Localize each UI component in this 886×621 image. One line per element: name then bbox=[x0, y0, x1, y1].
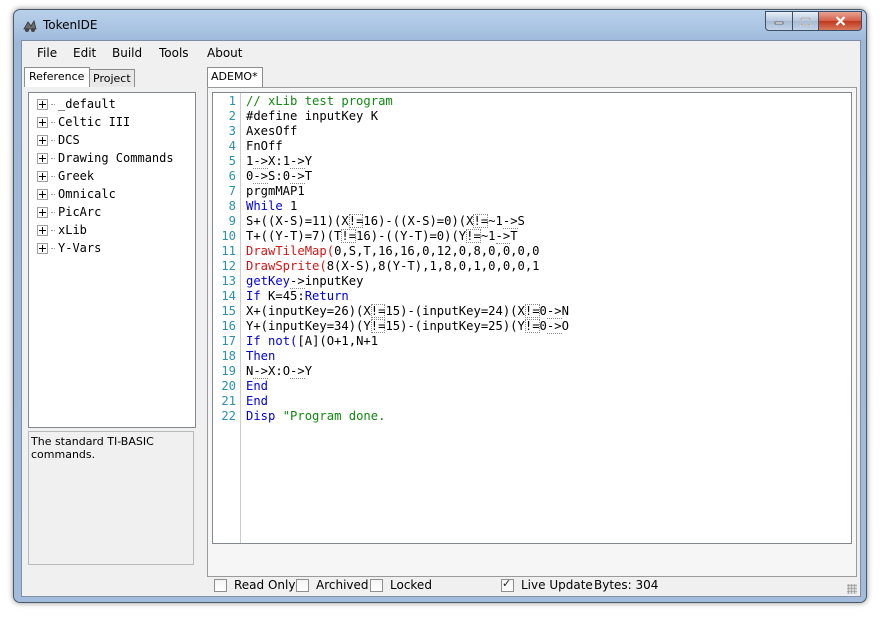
line-number: 18 bbox=[221, 349, 236, 363]
reference-tree[interactable]: _default Celtic III DCS Drawing Commands… bbox=[28, 92, 196, 428]
tree-item-label: Greek bbox=[58, 169, 95, 183]
tokenide-app-icon bbox=[23, 19, 37, 32]
line-number: 14 bbox=[221, 289, 236, 303]
tree-item[interactable]: Greek bbox=[37, 167, 94, 185]
tree-item-label: xLib bbox=[58, 223, 87, 237]
expand-icon[interactable] bbox=[37, 98, 48, 110]
menu-tools[interactable]: Tools bbox=[159, 46, 189, 60]
app-window: TokenIDE File Edit Build Tools About Ref… bbox=[13, 9, 867, 603]
expand-icon[interactable] bbox=[37, 224, 48, 236]
description-panel: The standard TI-BASIC commands. bbox=[28, 431, 194, 565]
code-line: While 1 bbox=[246, 199, 298, 213]
editor-frame: 1 2 3 4 5 6 7 8 9 10 11 12 13 14 15 16 17 18 19 20 21 22 // x… bbox=[207, 87, 857, 577]
line-number: 4 bbox=[228, 139, 236, 153]
tree-item[interactable]: PicArc bbox=[37, 203, 101, 221]
line-number: 15 bbox=[221, 304, 236, 318]
code-line: T+((Y-T)=7)(T!=16)-((Y-T)=0)(Y!=~1->T bbox=[246, 229, 518, 244]
tree-item-label: Omnicalc bbox=[58, 187, 116, 201]
line-number: 21 bbox=[221, 394, 236, 408]
maximize-button[interactable] bbox=[793, 11, 819, 31]
line-number: 20 bbox=[221, 379, 236, 393]
tree-item[interactable]: Celtic III bbox=[37, 113, 130, 131]
code-line: X+(inputKey=26)(X!=15)-(inputKey=24)(X!=… bbox=[246, 304, 569, 319]
line-number: 2 bbox=[228, 109, 236, 123]
code-line: getKey->inputKey bbox=[246, 274, 364, 289]
expand-icon[interactable] bbox=[37, 116, 48, 128]
tab-ademo[interactable]: ADEMO* bbox=[207, 67, 263, 87]
menu-bar: File Edit Build Tools About bbox=[22, 41, 860, 63]
line-number: 9 bbox=[228, 214, 236, 228]
expand-icon[interactable] bbox=[37, 170, 48, 182]
tree-item[interactable]: Omnicalc bbox=[37, 185, 116, 203]
tree-item[interactable]: Drawing Commands bbox=[37, 149, 174, 167]
expand-icon[interactable] bbox=[37, 188, 48, 200]
code-line: If K=45:Return bbox=[246, 289, 349, 303]
line-number: 17 bbox=[221, 334, 236, 348]
code-line: S+((X-S)=11)(X!=16)-((X-S)=0)(X!=~1->S bbox=[246, 214, 525, 229]
resize-grip-icon[interactable] bbox=[847, 584, 857, 594]
code-line: If not([A](O+1,N+1 bbox=[246, 334, 379, 348]
line-number: 19 bbox=[221, 364, 236, 378]
code-line: Then bbox=[246, 349, 276, 363]
code-editor[interactable]: 1 2 3 4 5 6 7 8 9 10 11 12 13 14 15 16 17 18 19 20 21 22 // x… bbox=[212, 92, 852, 544]
line-number-gutter: 1 2 3 4 5 6 7 8 9 10 11 12 13 14 15 16 17 18 19 20 21 22 bbox=[213, 93, 241, 543]
tree-item[interactable]: DCS bbox=[37, 131, 80, 149]
code-line: N->X:O->Y bbox=[246, 364, 313, 379]
expand-icon[interactable] bbox=[37, 134, 48, 146]
close-icon bbox=[835, 16, 845, 26]
tree-item-label: _default bbox=[58, 97, 116, 111]
close-button[interactable] bbox=[819, 11, 862, 31]
tree-item-label: Y-Vars bbox=[58, 241, 102, 255]
code-line: 1->X:1->Y bbox=[246, 154, 313, 169]
client-area: File Edit Build Tools About Reference Pr… bbox=[21, 40, 861, 597]
line-number: 16 bbox=[221, 319, 236, 333]
code-line: #define inputKey K bbox=[246, 109, 379, 123]
line-number: 13 bbox=[221, 274, 236, 288]
line-number: 11 bbox=[221, 244, 236, 258]
code-line: End bbox=[246, 379, 269, 393]
tree-item[interactable]: xLib bbox=[37, 221, 87, 239]
line-number: 3 bbox=[228, 124, 236, 138]
tree-item-label: PicArc bbox=[58, 205, 102, 219]
tab-reference[interactable]: Reference bbox=[24, 67, 90, 87]
line-number: 22 bbox=[221, 409, 236, 423]
window-title: TokenIDE bbox=[43, 18, 98, 32]
code-line: AxesOff bbox=[246, 124, 298, 138]
description-text: The standard TI-BASIC commands. bbox=[31, 435, 154, 461]
code-line: 0->S:0->T bbox=[246, 169, 313, 184]
menu-about[interactable]: About bbox=[207, 46, 242, 60]
code-line: Disp "Program done. bbox=[246, 409, 386, 423]
menu-edit[interactable]: Edit bbox=[73, 46, 96, 60]
menu-file[interactable]: File bbox=[37, 46, 57, 60]
tab-project[interactable]: Project bbox=[88, 69, 135, 87]
tree-item-label: DCS bbox=[58, 133, 80, 147]
line-number: 5 bbox=[228, 154, 236, 168]
minimize-icon bbox=[774, 21, 784, 25]
expand-icon[interactable] bbox=[37, 206, 48, 218]
title-bar[interactable]: TokenIDE bbox=[14, 10, 866, 40]
minimize-button[interactable] bbox=[765, 11, 793, 31]
line-number: 6 bbox=[228, 169, 236, 183]
line-number: 7 bbox=[228, 184, 236, 198]
code-line: Y+(inputKey=34)(Y!=15)-(inputKey=25)(Y!=… bbox=[246, 319, 569, 334]
tree-item[interactable]: Y-Vars bbox=[37, 239, 101, 257]
tree-item-label: Celtic III bbox=[58, 115, 131, 129]
line-number: 8 bbox=[228, 199, 236, 213]
status-bar bbox=[22, 580, 860, 596]
expand-icon[interactable] bbox=[37, 242, 48, 254]
code-line: FnOff bbox=[246, 139, 291, 153]
line-number: 12 bbox=[221, 259, 236, 273]
tree-item-label: Drawing Commands bbox=[58, 151, 174, 165]
expand-icon[interactable] bbox=[37, 152, 48, 164]
code-line: DrawSprite(8(X-S),8(Y-T),1,8,0,1,0,0,0,1 bbox=[246, 259, 540, 273]
maximize-icon bbox=[800, 16, 811, 26]
code-line: prgmMAP1 bbox=[246, 184, 305, 198]
code-line: DrawTileMap(0,S,T,16,16,0,12,0,8,0,0,0,0 bbox=[246, 244, 540, 258]
line-number: 1 bbox=[228, 94, 236, 108]
tree-item[interactable]: _default bbox=[37, 95, 116, 113]
menu-build[interactable]: Build bbox=[112, 46, 142, 60]
code-line: End bbox=[246, 394, 269, 408]
line-number: 10 bbox=[221, 229, 236, 243]
code-line: // xLib test program bbox=[246, 94, 393, 108]
